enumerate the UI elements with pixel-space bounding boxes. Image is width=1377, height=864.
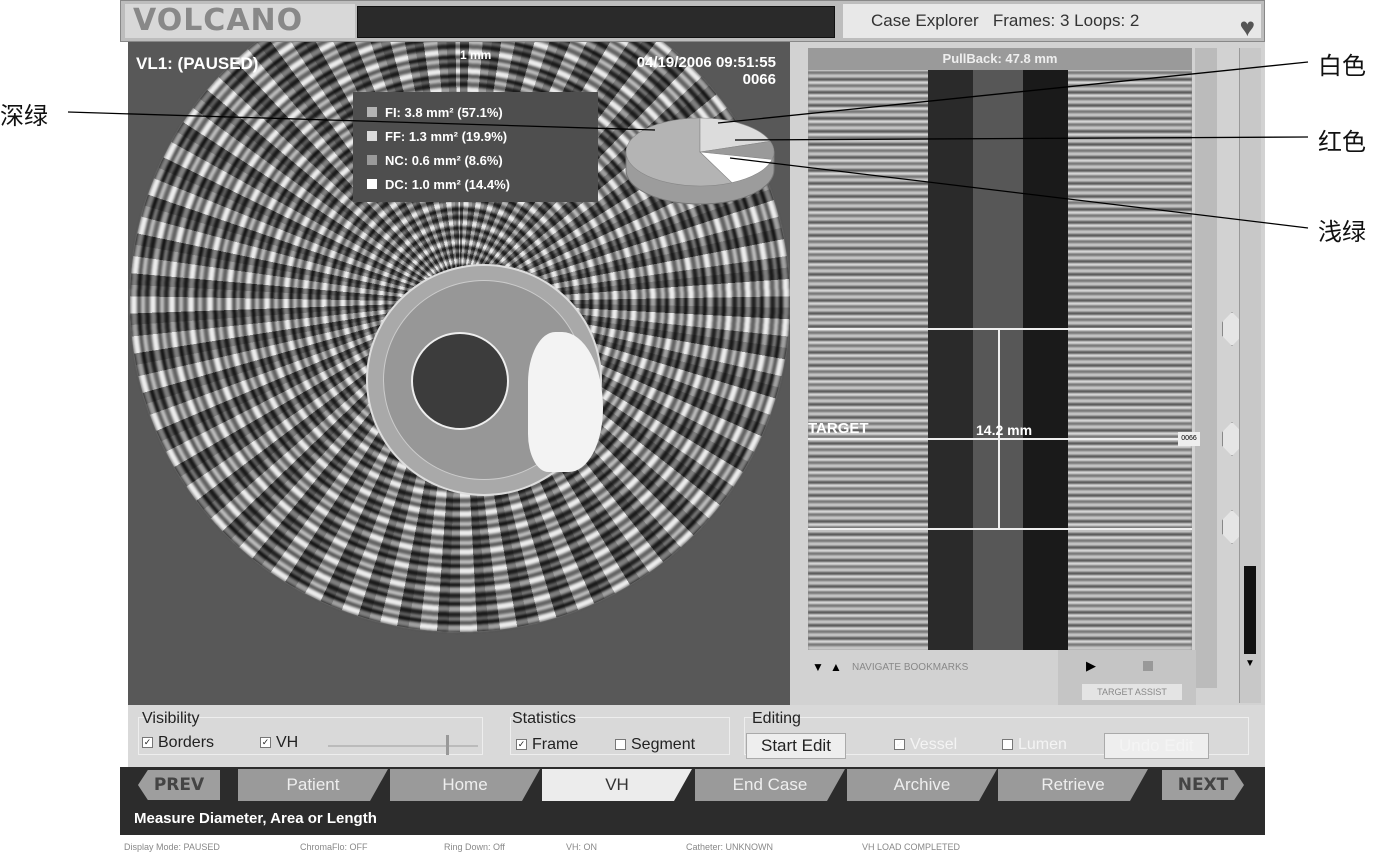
navigation-bar: PREV Patient Home VH End Case Archive Re… [120, 767, 1265, 803]
slider-thumb[interactable] [446, 735, 449, 755]
vh-load-status: VH LOAD COMPLETED [862, 842, 961, 852]
frame-label: Frame [532, 736, 579, 753]
undo-edit-button[interactable]: Undo Edit [1104, 733, 1209, 759]
pullback-label: PullBack: 47.8 mm [808, 48, 1192, 70]
swatch [367, 107, 377, 117]
checkbox-icon[interactable] [1002, 739, 1013, 751]
annotation-red: 红色 [1318, 128, 1366, 156]
opacity-slider[interactable] [328, 745, 478, 747]
lumen-label: Lumen [1018, 736, 1067, 753]
tab-archive[interactable]: Archive [847, 769, 997, 801]
target-line[interactable] [808, 438, 1192, 440]
ring-down-status: Ring Down: Off [444, 842, 505, 852]
volcano-logo: VOLCANO [125, 4, 355, 38]
longitudinal-image[interactable]: TARGET 14.2 mm PullBack: 47.8 mm [808, 48, 1192, 650]
vessel-label: Vessel [910, 736, 958, 753]
bookmark-line[interactable] [808, 528, 1192, 530]
statistics-title: Statistics [512, 710, 577, 727]
title-field [357, 6, 835, 38]
bookmark-track [1195, 48, 1217, 688]
controls-bar: Visibility ✓ Borders ✓ VH Statistics ✓ Fram… [128, 705, 1265, 767]
display-mode-status: Display Mode: PAUSED [124, 842, 220, 852]
navigate-bookmarks-label: NAVIGATE BOOKMARKS [852, 662, 969, 673]
visibility-title: Visibility [142, 710, 200, 727]
scroll-down-icon[interactable]: ▼ [1245, 658, 1255, 669]
segment-radio[interactable]: Segment [615, 736, 695, 754]
catheter-status: Catheter: UNKNOWN [686, 842, 774, 852]
tab-home[interactable]: Home [390, 769, 540, 801]
datetime-text: 04/19/2006 09:51:55 [636, 54, 776, 71]
lumen-checkbox[interactable]: Lumen [1002, 736, 1067, 754]
annotation-dark-green: 深绿 [0, 102, 48, 130]
borders-label: Borders [158, 734, 215, 751]
tab-retrieve[interactable]: Retrieve [998, 769, 1148, 801]
lumen [411, 332, 509, 430]
vh-checkbox[interactable]: ✓ VH [260, 734, 298, 752]
borders-checkbox[interactable]: ✓ Borders [142, 734, 214, 752]
datetime: 04/19/2006 09:51:55 0066 [637, 54, 776, 88]
heart-icon: ♥ [1239, 12, 1255, 42]
vh-label: VH [276, 734, 299, 751]
bookmark-down-icon[interactable]: ▼ [812, 660, 824, 674]
loops-count: Loops: 2 [1074, 11, 1140, 30]
legend-label: NC: 0.6 mm² (8.6%) [385, 152, 503, 168]
measure-label: 14.2 mm [976, 422, 1033, 438]
bookmark-line[interactable] [808, 328, 1192, 330]
scrollbar[interactable]: ▼ [1239, 48, 1261, 703]
annotation-light-green: 浅绿 [1318, 218, 1366, 246]
status-bar: Display Mode: PAUSED ChromaFlo: OFF Ring… [120, 836, 1265, 858]
chromaflo-status: ChromaFlo: OFF [300, 842, 368, 852]
status-label: VL1: (PAUSED) [136, 54, 259, 73]
target-label: TARGET [808, 420, 869, 437]
target-assist-panel: ▶ TARGET ASSIST [1058, 650, 1196, 705]
swatch [367, 179, 377, 189]
stop-icon[interactable] [1143, 661, 1153, 671]
message-bar: Measure Diameter, Area or Length [120, 803, 1265, 835]
play-icon[interactable]: ▶ [1086, 658, 1096, 674]
next-button[interactable]: NEXT [1162, 770, 1244, 800]
frames-count: Frames: 3 [992, 11, 1070, 30]
target-assist-button[interactable]: TARGET ASSIST [1082, 684, 1182, 700]
segment-label: Segment [631, 736, 696, 753]
lumen-dark [928, 48, 978, 650]
annotation-white: 白色 [1318, 52, 1366, 80]
top-bar: VOLCANO Case Explorer Frames: 3 Loops: 2… [120, 0, 1265, 42]
checkbox-icon[interactable]: ✓ [142, 737, 153, 749]
vessel-checkbox[interactable]: ✓ Vessel [894, 736, 957, 754]
frame-tag: 0066 [1178, 432, 1200, 446]
swatch [367, 131, 377, 141]
legend-nc: NC: 0.6 mm² (8.6%) [367, 148, 584, 172]
checkbox-icon[interactable]: ✓ [894, 739, 905, 751]
start-edit-button[interactable]: Start Edit [746, 733, 846, 759]
case-explorer-label[interactable]: Case Explorer [871, 11, 979, 30]
scrollbar-thumb[interactable] [1244, 566, 1256, 654]
tab-end-case[interactable]: End Case [695, 769, 845, 801]
ivus-cross-section-panel[interactable]: VL1: (PAUSED) 1 mm 04/19/2006 09:51:55 0… [128, 42, 790, 705]
scale-label: 1 mm [460, 48, 492, 62]
case-info[interactable]: Case Explorer Frames: 3 Loops: 2 ♥ [843, 4, 1261, 42]
prev-button[interactable]: PREV [138, 770, 220, 800]
vh-status: VH: ON [566, 842, 598, 852]
tab-patient[interactable]: Patient [238, 769, 388, 801]
swatch [367, 155, 377, 165]
lumen-dark [1023, 48, 1068, 650]
longitudinal-view-panel: TARGET 14.2 mm PullBack: 47.8 mm 0066 ▼ … [790, 42, 1265, 705]
checkbox-icon[interactable] [615, 739, 626, 751]
legend-dc: DC: 1.0 mm² (14.4%) [367, 172, 584, 196]
tab-vh[interactable]: VH [542, 769, 692, 801]
legend-fi: FI: 3.8 mm² (57.1%) [367, 100, 584, 124]
checkbox-icon[interactable]: ✓ [260, 737, 271, 749]
legend-label: FF: 1.3 mm² (19.9%) [385, 128, 508, 144]
frame-radio[interactable]: ✓ Frame [516, 736, 578, 754]
tissue-legend: FI: 3.8 mm² (57.1%) FF: 1.3 mm² (19.9%) … [353, 92, 598, 202]
legend-label: FI: 3.8 mm² (57.1%) [385, 104, 503, 120]
editing-title: Editing [752, 710, 801, 727]
legend-label: DC: 1.0 mm² (14.4%) [385, 176, 510, 192]
tissue-pie-chart [625, 117, 775, 205]
legend-ff: FF: 1.3 mm² (19.9%) [367, 124, 584, 148]
bookmark-up-icon[interactable]: ▲ [830, 660, 842, 674]
checkbox-icon[interactable]: ✓ [516, 739, 527, 751]
frame-number: 0066 [742, 71, 776, 88]
